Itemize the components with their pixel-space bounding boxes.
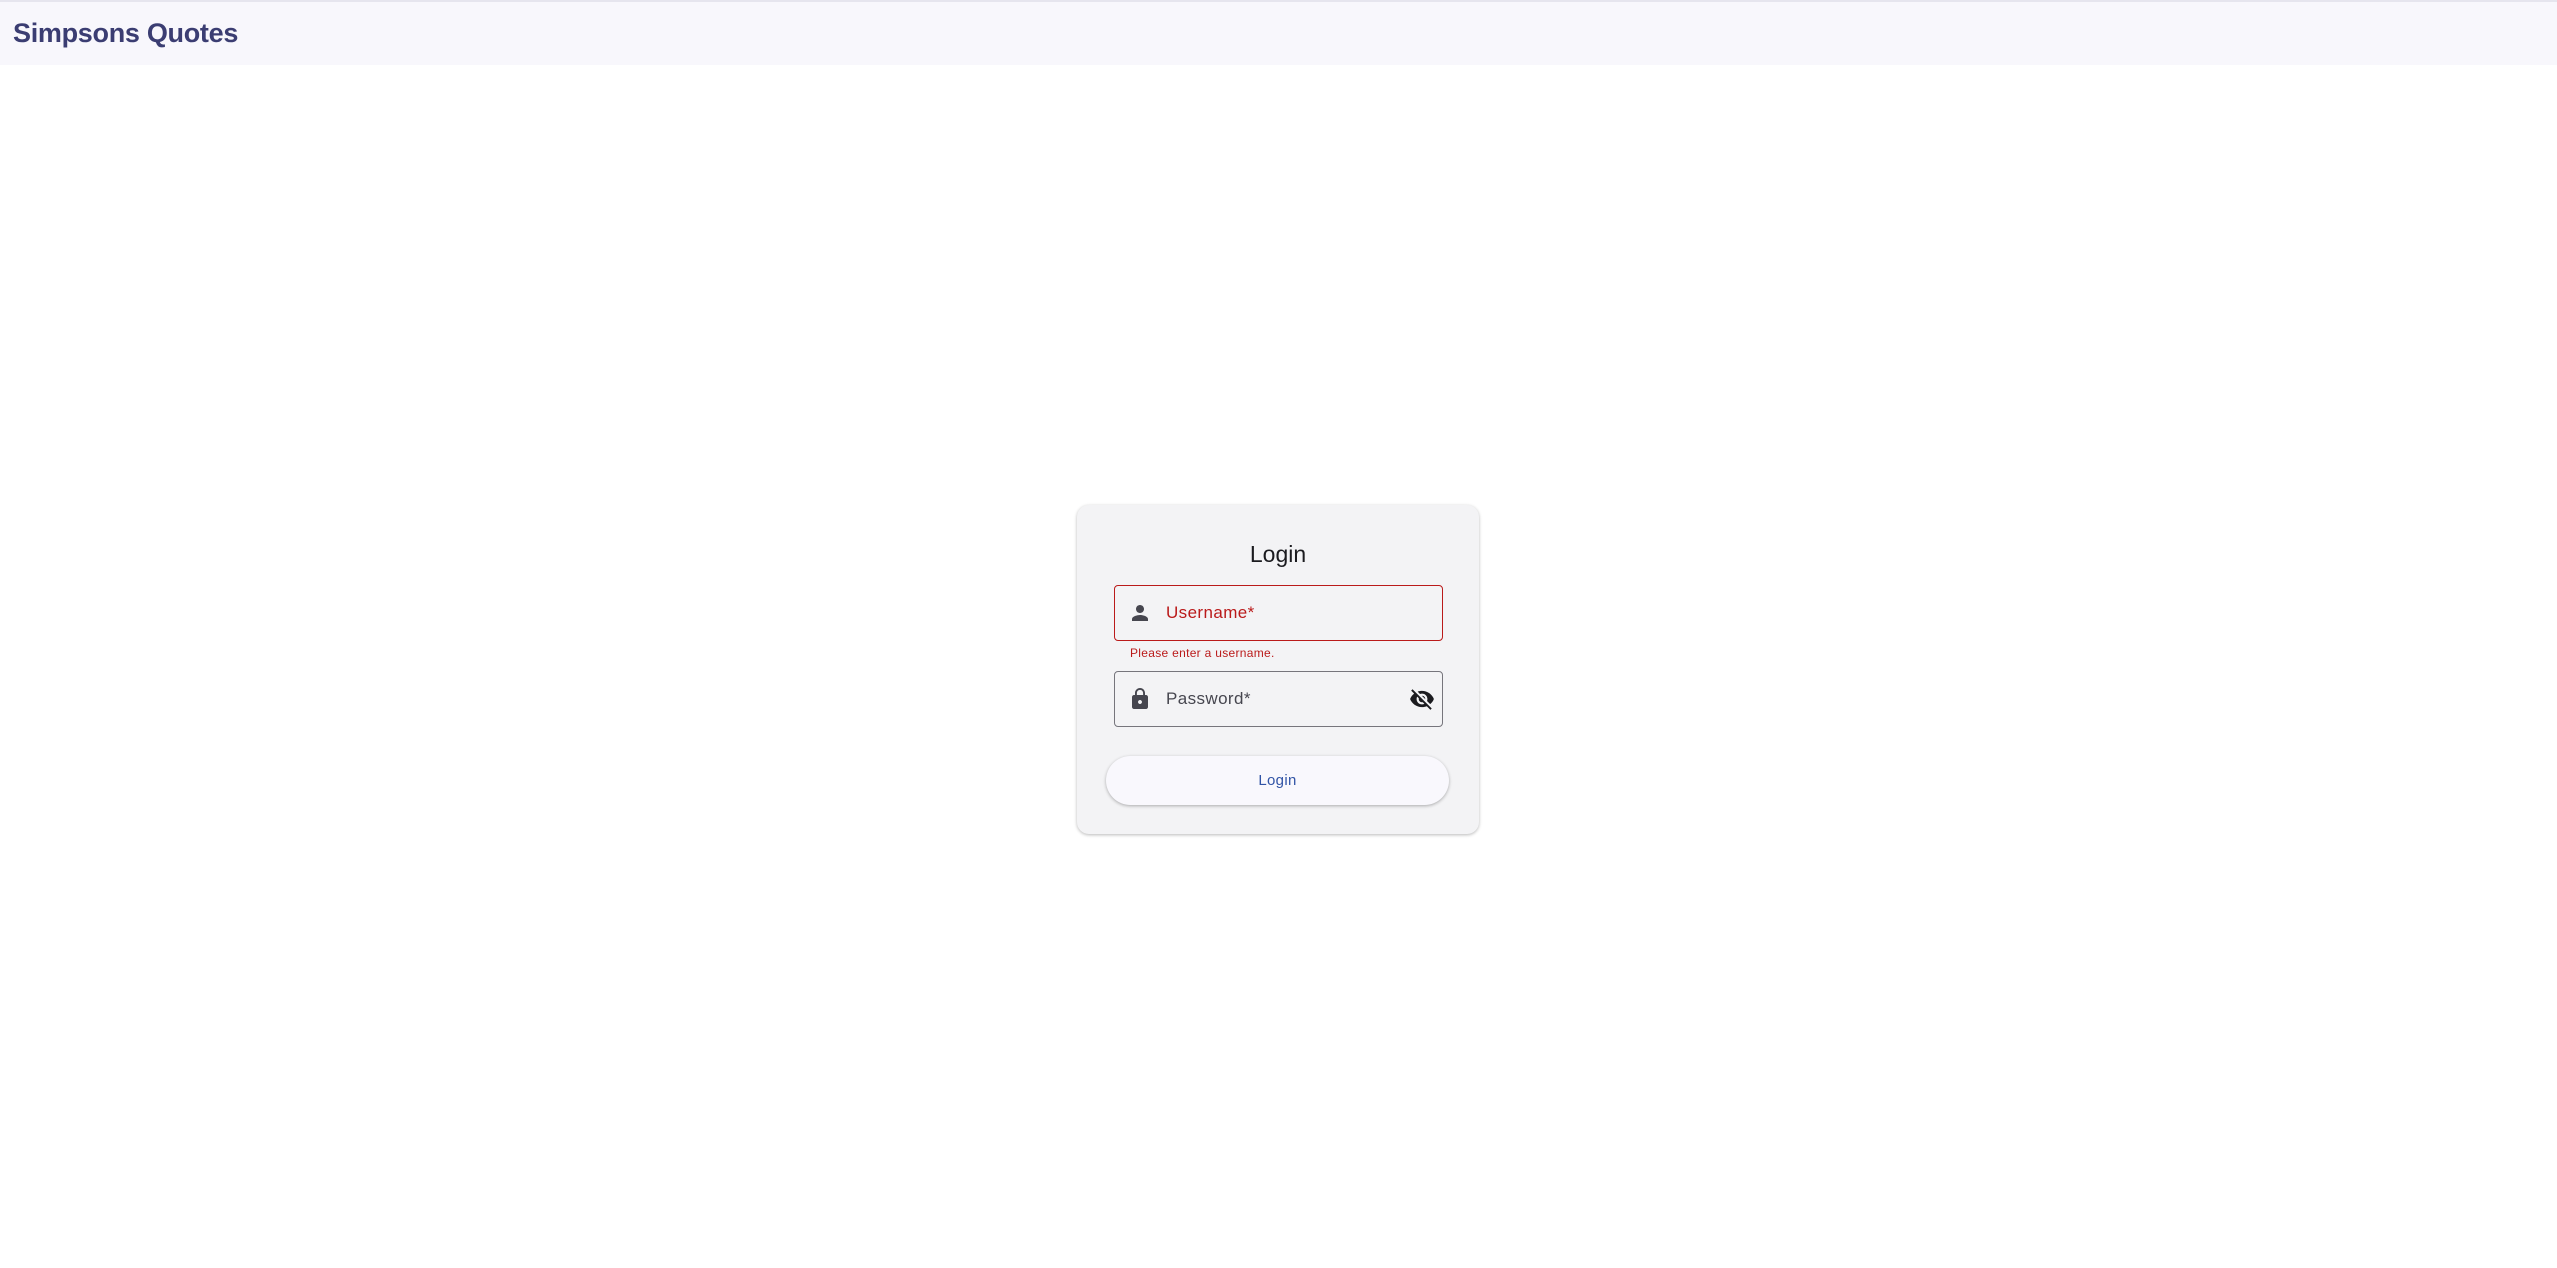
app-bar: Simpsons Quotes bbox=[0, 0, 2557, 65]
visibility-off-icon[interactable] bbox=[1409, 686, 1435, 712]
password-label: Password* bbox=[1166, 689, 1251, 708]
login-card-title: Login bbox=[1249, 541, 1307, 567]
username-label: Username* bbox=[1166, 603, 1255, 622]
lock-icon bbox=[1132, 688, 1148, 709]
login-button[interactable]: Login bbox=[1106, 756, 1449, 805]
login-card: Login Username* Please enter a username.… bbox=[1077, 505, 1479, 834]
username-field[interactable]: Username* bbox=[1114, 585, 1443, 641]
app-title: Simpsons Quotes bbox=[13, 18, 239, 48]
username-error-text: Please enter a username. bbox=[1130, 646, 1275, 660]
person-icon bbox=[1132, 605, 1148, 621]
password-field[interactable]: Password* bbox=[1114, 671, 1443, 727]
